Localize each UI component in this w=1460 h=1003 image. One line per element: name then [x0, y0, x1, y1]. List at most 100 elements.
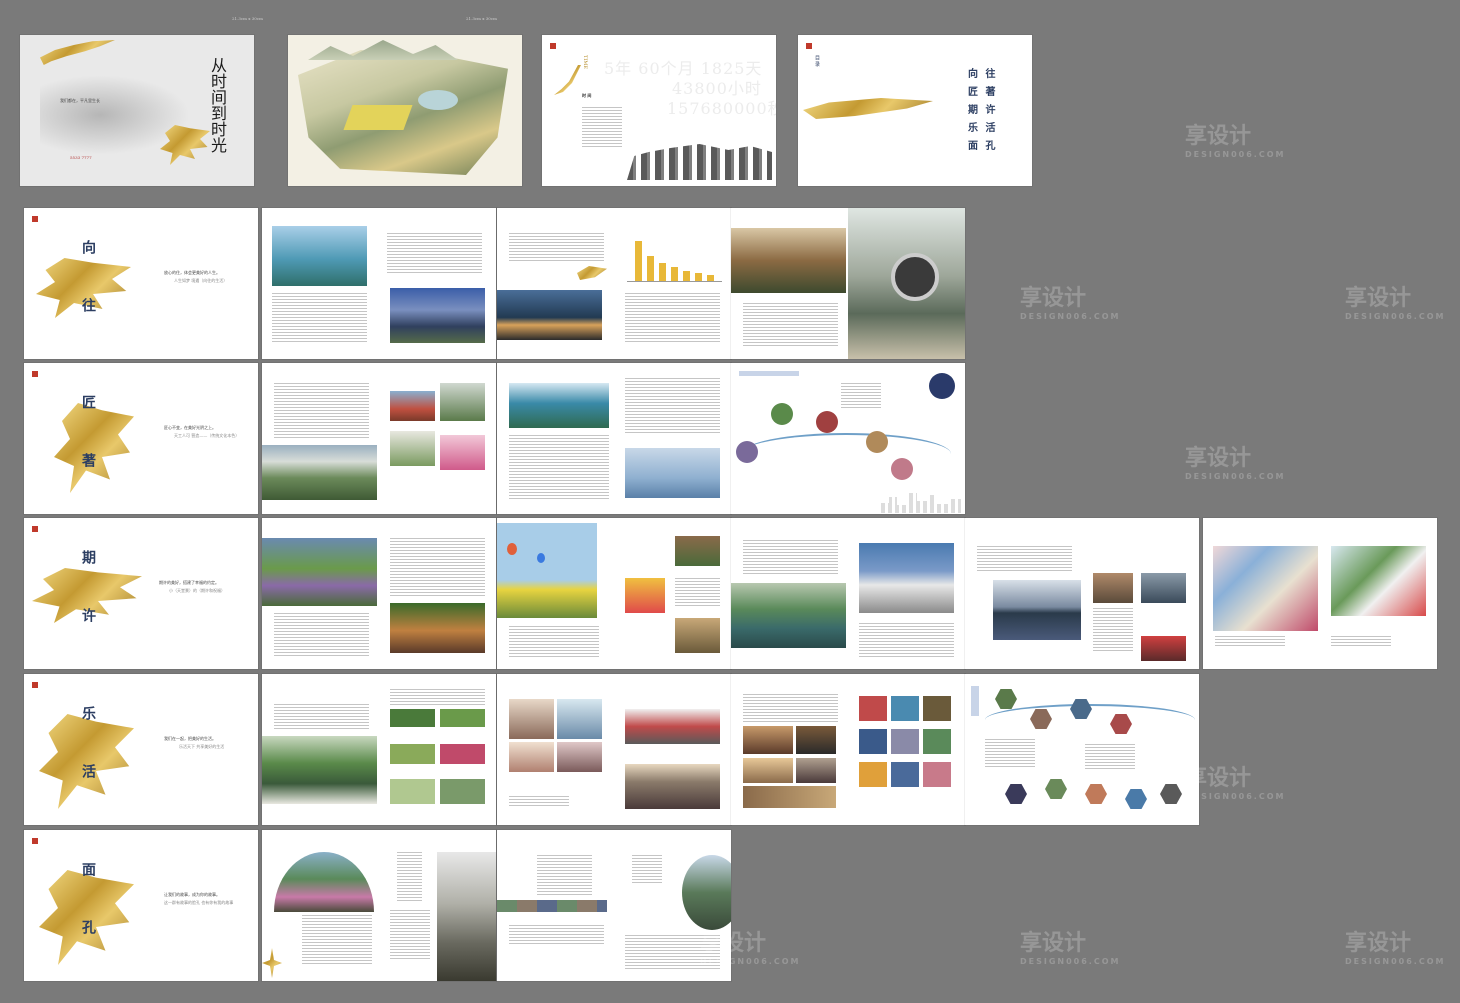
- hot-air-balloon: [507, 543, 517, 555]
- sea-photo: [625, 448, 720, 498]
- time-heading: 时 间: [582, 93, 592, 98]
- chart-bar: [695, 273, 702, 281]
- spread-residents[interactable]: [262, 830, 496, 981]
- watermark: 享设计 DESIGN006.COM: [1185, 766, 1286, 801]
- gold-leaf: [577, 266, 607, 280]
- toc-item-5[interactable]: 面 孔: [968, 137, 997, 152]
- grass-photo: [390, 431, 435, 466]
- timeline-photo: [1160, 784, 1182, 804]
- spread-camping[interactable]: [497, 208, 731, 359]
- spread-community[interactable]: [497, 674, 731, 825]
- cover-phone: 5533 7777: [70, 155, 92, 160]
- chapter-title-char-1: 面: [80, 862, 96, 916]
- pond-garden-photo: [731, 583, 846, 648]
- chapter-quote: 让我们的故事，成为你的故事。: [164, 892, 220, 897]
- museum-reflection-photo: [993, 580, 1081, 640]
- chapter-title-char-1: 乐: [80, 706, 96, 760]
- spread-architecture[interactable]: [731, 208, 965, 359]
- chapter-opener-lehuo[interactable]: 乐 活 我们在一起，把美好的生活。 乐活天下 共享美好的生活: [24, 674, 258, 825]
- logo-mark: [32, 216, 38, 222]
- logo-mark: [32, 371, 38, 377]
- spread-nature[interactable]: [262, 674, 496, 825]
- body-text: [509, 796, 569, 806]
- community-photo: [509, 699, 554, 739]
- gold-brush-stroke: [803, 98, 933, 119]
- timeline-photo: [1045, 779, 1067, 799]
- cover-page[interactable]: 从时间到时光 我们都在，平凡里生长 5533 7777: [20, 35, 254, 186]
- timeline-photo: [891, 458, 913, 480]
- body-text: [625, 378, 720, 433]
- body-text: [509, 925, 604, 945]
- watermark: 享设计 DESIGN006.COM: [1345, 286, 1446, 321]
- body-text: [274, 704, 369, 729]
- toc-page[interactable]: 目 录 向 往 匠 著 期 许 乐 活 面 孔: [798, 35, 1032, 186]
- toc-item-3[interactable]: 期 许: [968, 101, 997, 116]
- toc-item-4[interactable]: 乐 活: [968, 119, 997, 134]
- chapter-title-char-2: 著: [80, 453, 96, 507]
- spread-children[interactable]: [1203, 518, 1437, 669]
- fan-garden-photo: [274, 852, 374, 912]
- chapter-opener-xiangwang[interactable]: 向 往 放心的住，体会更美好的人生。 人生如梦 境遇（向往的生活）: [24, 208, 258, 359]
- spread-timeline-2[interactable]: [965, 674, 1199, 825]
- chapter-opener-jiangzhu[interactable]: 匠 著 匠心不变，在美好光阴之上。 天工人可 营造——（传统文化本色）: [24, 363, 258, 514]
- vertical-text: [397, 852, 422, 902]
- community-photo: [557, 699, 602, 739]
- toc-item-2[interactable]: 匠 著: [968, 83, 997, 98]
- coast-aerial-photo: [509, 383, 609, 428]
- gold-curve: [554, 65, 581, 95]
- watermark: 享设计 DESIGN006.COM: [1020, 931, 1121, 966]
- chart-bar: [707, 275, 714, 281]
- interior-photo: [796, 726, 836, 754]
- balloon-photo: [625, 578, 665, 613]
- spread-museum[interactable]: [965, 518, 1199, 669]
- city-skyline: [881, 493, 961, 513]
- spread-label: 21.3cm x 30cm: [232, 16, 263, 21]
- spread-village[interactable]: [262, 363, 496, 514]
- pink-event-photo: [440, 435, 485, 470]
- meadow-photo: [440, 779, 485, 804]
- travel-photo: [923, 762, 951, 787]
- body-text: [1093, 608, 1133, 653]
- community-photo: [509, 742, 554, 772]
- round-house-photo: [682, 855, 731, 930]
- timeline-text: [985, 739, 1035, 769]
- spread-modern-house[interactable]: [731, 518, 965, 669]
- body-text: [509, 626, 599, 658]
- gallery-photo: [1093, 573, 1133, 603]
- spread-closing[interactable]: [497, 830, 731, 981]
- watermark: 享设计 DESIGN006.COM: [1185, 446, 1286, 481]
- chapter-opener-qixu[interactable]: 期 许 期许的美好，搭建了幸福的约定。 小（天堂景）的（期许和祝福）: [24, 518, 258, 669]
- gold-brush-stroke: [40, 40, 115, 65]
- spread-lake[interactable]: [262, 208, 496, 359]
- spread-balloons[interactable]: [497, 518, 731, 669]
- toc-item-1[interactable]: 向 往: [968, 65, 997, 80]
- logo-mark: [32, 526, 38, 532]
- chart-bar: [659, 263, 666, 281]
- map-mountains: [308, 40, 458, 60]
- time-page[interactable]: TIME 时 间 5年 60个月 1825天 43800小时 157680000…: [542, 35, 776, 186]
- chapter-opener-mainkong[interactable]: 面 孔 让我们的故事，成为你的故事。 这一群有故事的脸孔 也有你有我的故事: [24, 830, 258, 981]
- time-body-text: [582, 107, 622, 147]
- illustrated-map-page[interactable]: [288, 35, 522, 186]
- balloon-field-photo: [497, 523, 597, 618]
- lake-photo: [272, 226, 367, 286]
- spread-label: 21.3cm x 30cm: [466, 16, 497, 21]
- spread-timeline-1[interactable]: [731, 363, 965, 514]
- spread-farm[interactable]: [262, 518, 496, 669]
- timeline-photo: [771, 403, 793, 425]
- farm-aerial-photo: [262, 538, 377, 606]
- body-text: [509, 233, 604, 263]
- chapter-title-char-2: 往: [80, 298, 96, 352]
- cover-tagline: 我们都在，平凡里生长: [60, 98, 100, 103]
- modern-building-photo: [859, 543, 954, 613]
- spread-interiors[interactable]: [731, 674, 965, 825]
- city-photo: [390, 288, 485, 343]
- chapter-quote: 我们在一起，把美好的生活。: [164, 736, 216, 741]
- gallery-photo: [1141, 573, 1186, 603]
- red-field-photo: [390, 391, 435, 421]
- spread-coast[interactable]: [497, 363, 731, 514]
- timeline-photo: [736, 441, 758, 463]
- children-class-photo: [1213, 546, 1318, 631]
- body-text: [274, 383, 369, 438]
- body-text: [537, 855, 592, 895]
